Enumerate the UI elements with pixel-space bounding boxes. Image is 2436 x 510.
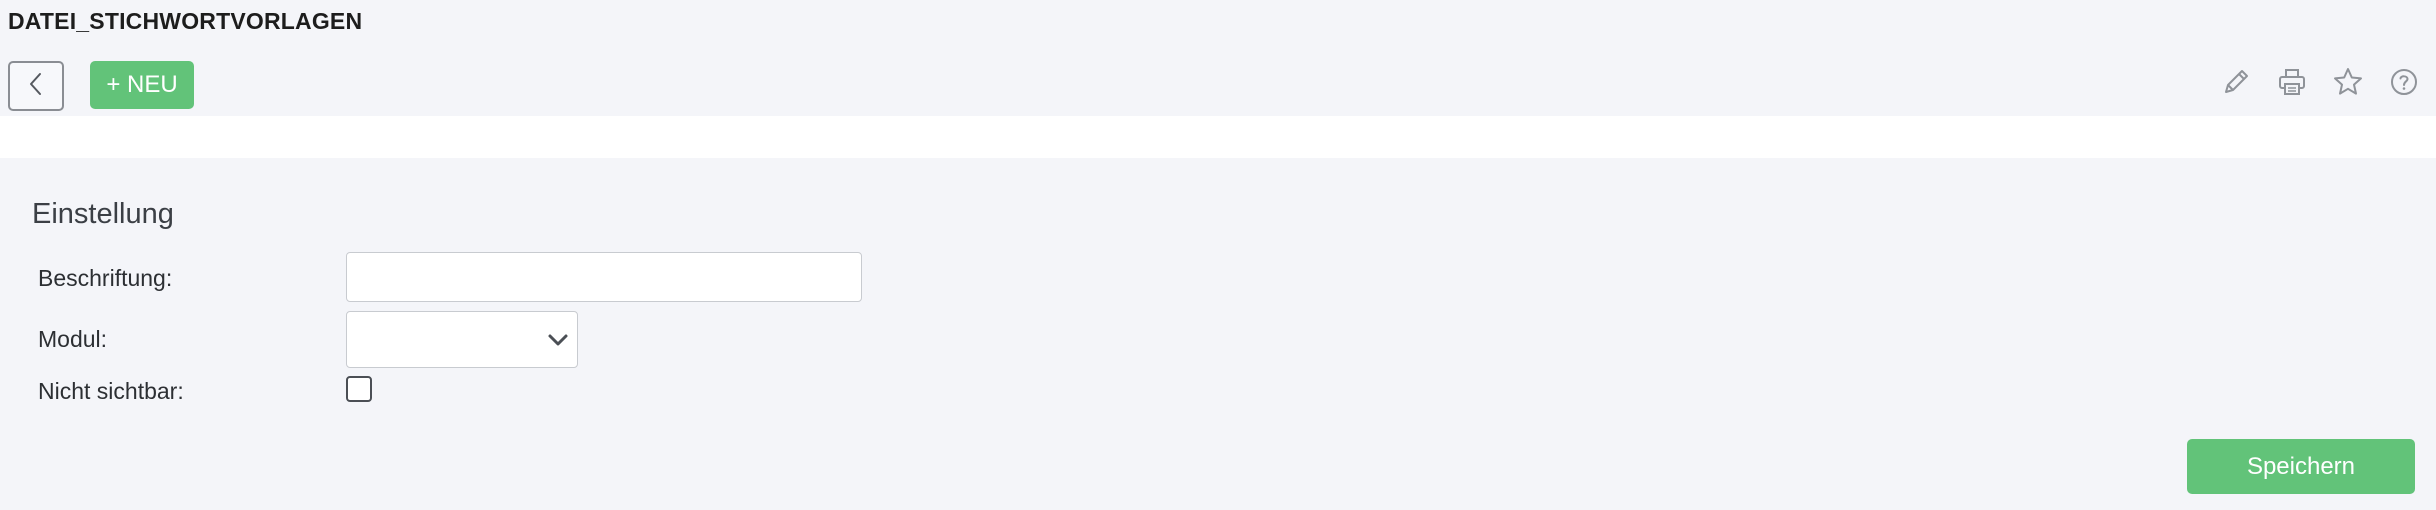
section-title: Einstellung (32, 198, 174, 230)
chevron-down-icon (547, 330, 569, 355)
new-button[interactable]: + NEU (90, 61, 194, 109)
chevron-left-icon (25, 71, 47, 102)
toolbar: + NEU (0, 58, 2436, 112)
print-button[interactable] (2274, 66, 2310, 102)
favorite-button[interactable] (2330, 66, 2366, 102)
content-band (0, 116, 2436, 158)
pencil-icon (2220, 66, 2252, 103)
page: DATEI_STICHWORTVORLAGEN + NEU Einstellun… (0, 0, 2436, 510)
save-button[interactable]: Speichern (2187, 439, 2415, 494)
beschriftung-input[interactable] (346, 252, 862, 302)
back-button[interactable] (8, 61, 64, 111)
modul-label: Modul: (38, 326, 108, 352)
edit-button[interactable] (2218, 66, 2254, 102)
page-title: DATEI_STICHWORTVORLAGEN (8, 8, 363, 34)
nicht-sichtbar-checkbox[interactable] (346, 376, 372, 402)
printer-icon (2276, 66, 2308, 103)
help-button[interactable] (2386, 66, 2422, 102)
modul-select[interactable] (346, 311, 578, 368)
help-circle-icon (2388, 66, 2420, 103)
nicht-sichtbar-label: Nicht sichtbar: (38, 378, 184, 404)
beschriftung-label: Beschriftung: (38, 265, 173, 291)
star-icon (2332, 66, 2364, 103)
